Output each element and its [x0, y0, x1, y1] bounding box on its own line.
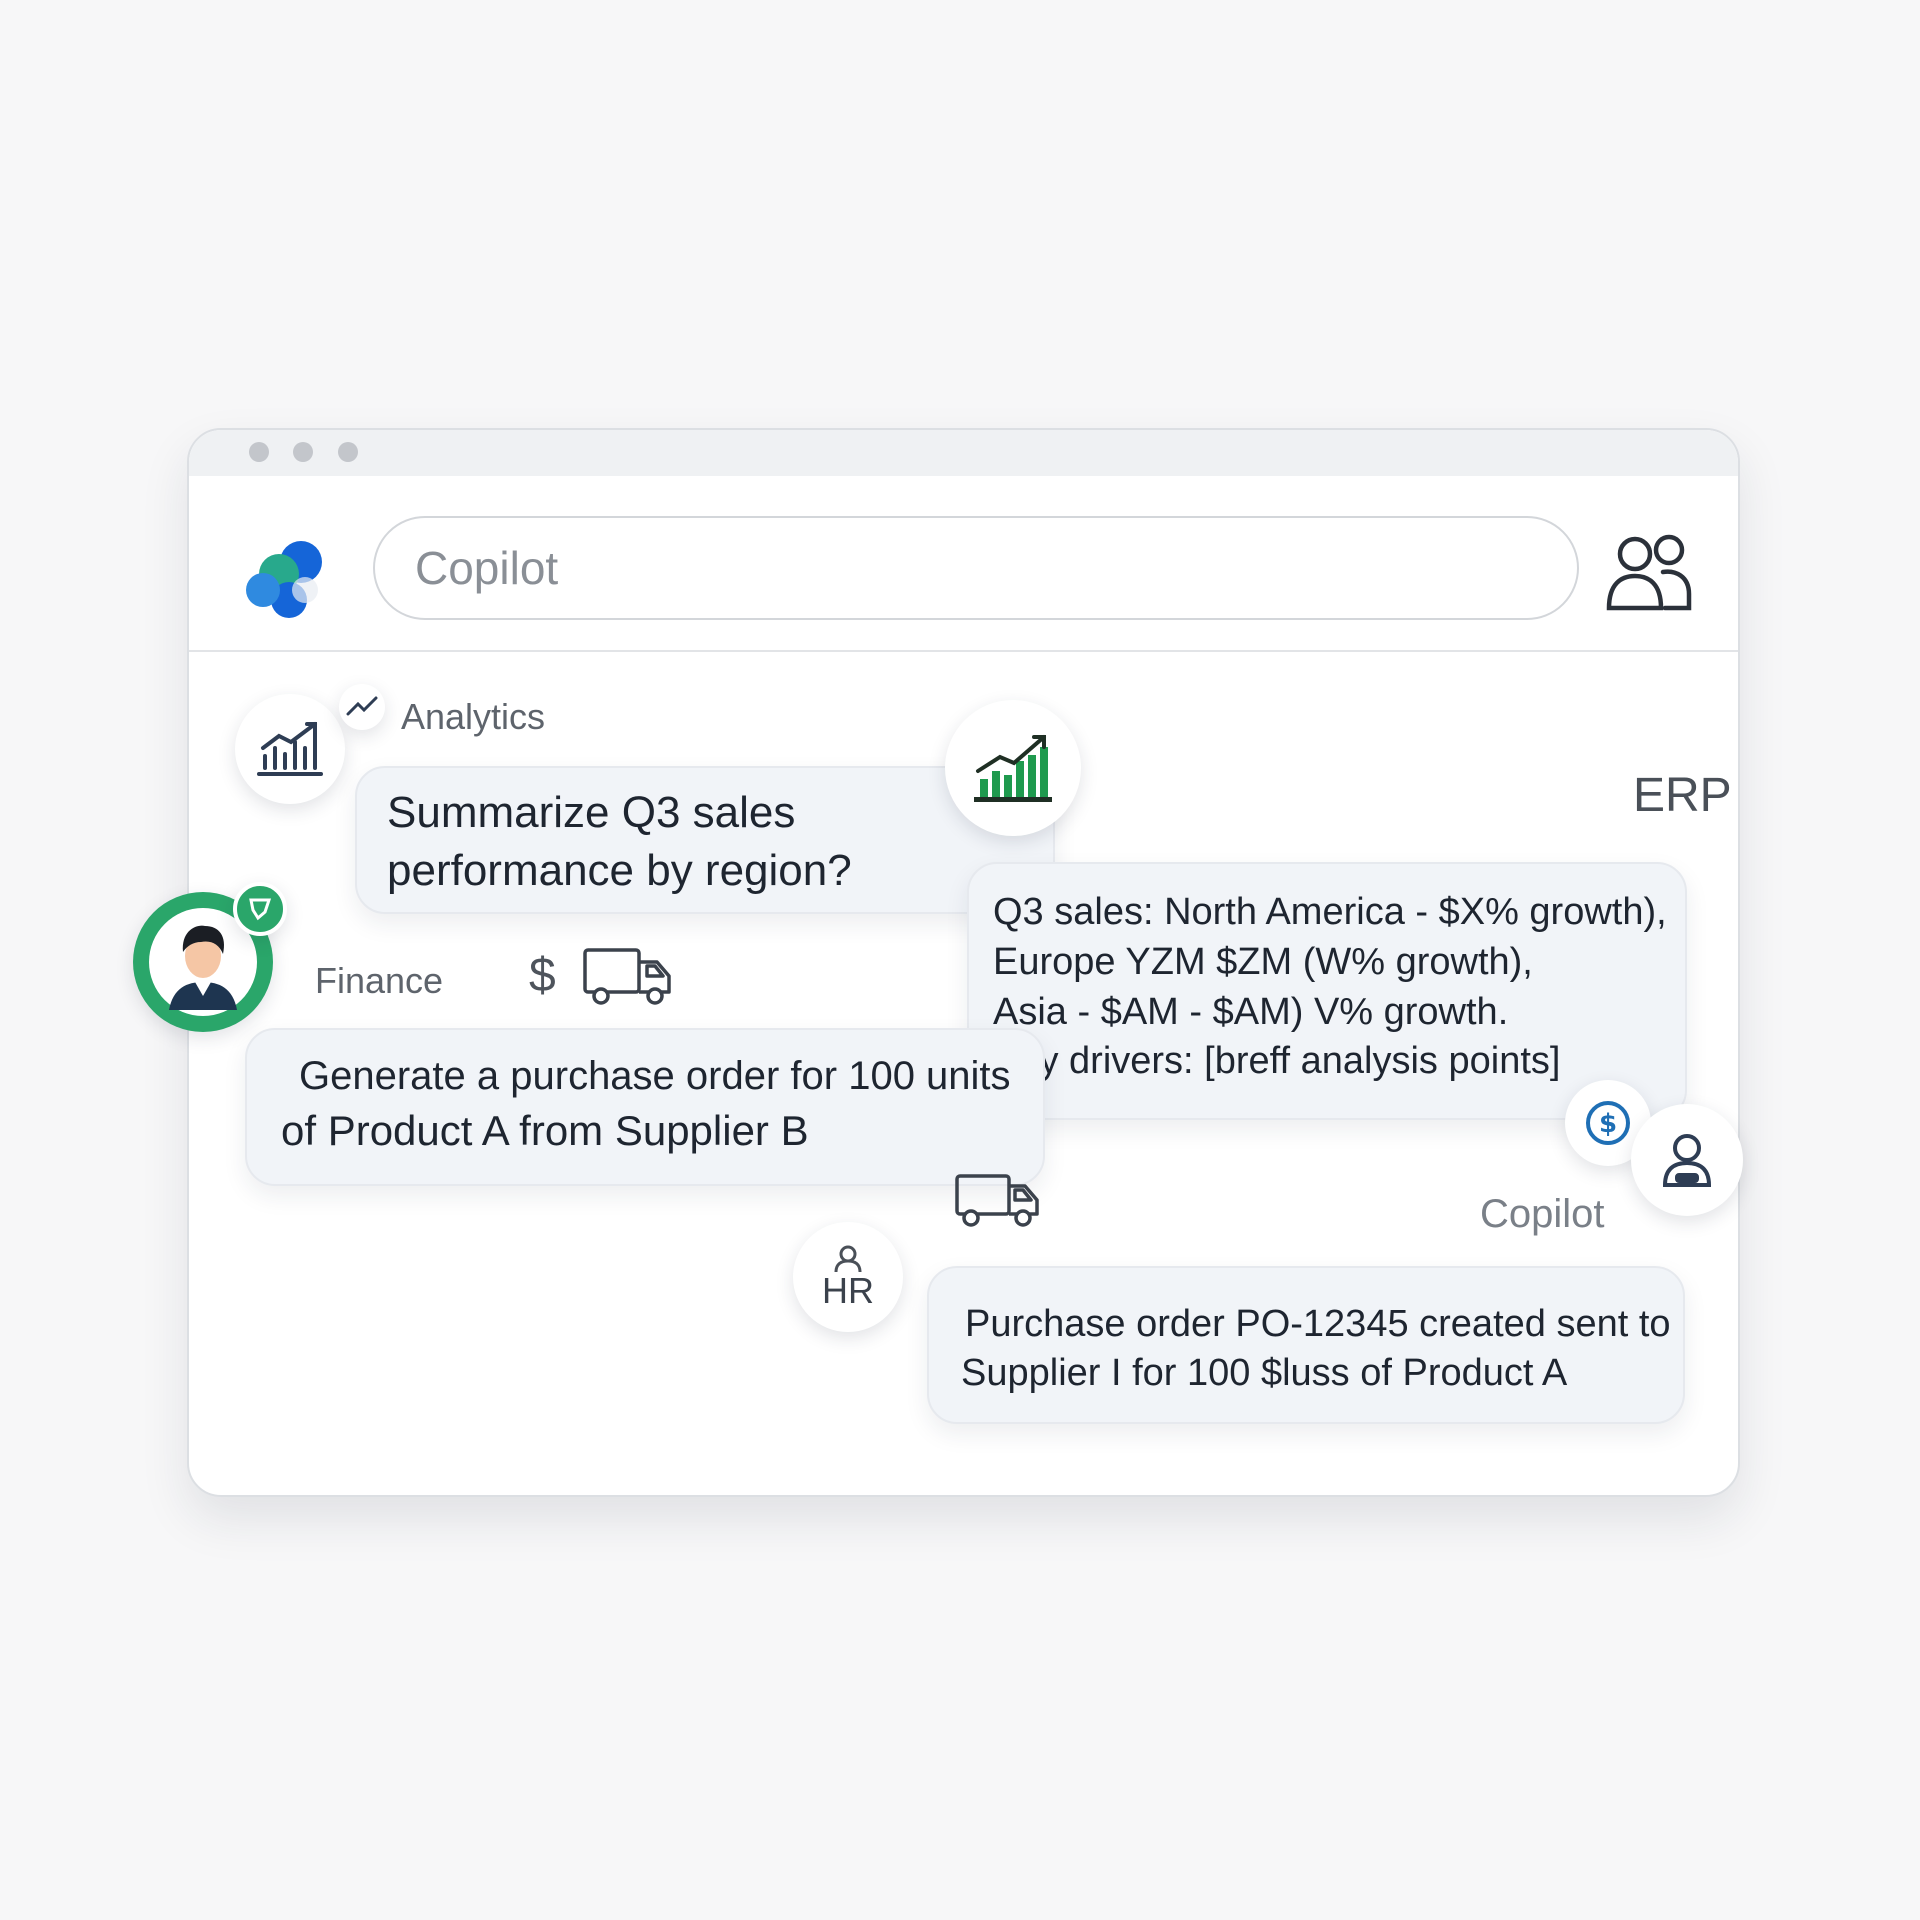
title-bar — [189, 430, 1738, 476]
bar-chart-icon — [974, 735, 1052, 802]
message-line: Supplier I for 100 $luss of Product A — [961, 1352, 1568, 1395]
message-line: Europe YZM $ZM (W% growth), — [993, 940, 1533, 983]
message-line: Summarize Q3 sales — [387, 788, 796, 837]
growth-chart-badge[interactable] — [945, 700, 1081, 836]
app-window: Copilot Analytics Summarize Q3 sales per… — [133, 428, 1743, 1497]
copilot-label: Copilot — [1480, 1192, 1605, 1236]
copilot-response-bubble: Purchase order PO-12345 created sent to … — [927, 1266, 1685, 1424]
svg-text:$: $ — [1599, 1109, 1617, 1139]
message-line: Asia - $AM - $AM) V% growth. — [993, 990, 1509, 1033]
window-dot[interactable] — [293, 442, 313, 462]
person-icon — [1662, 1134, 1712, 1187]
dollar-label: $ — [529, 949, 556, 1002]
shield-icon — [249, 898, 272, 921]
message-line: performance by region? — [387, 846, 852, 896]
message-line: of Product A from Supplier B — [281, 1106, 809, 1154]
person-icon — [834, 1245, 862, 1273]
message-line: Key drivers: [breff analysis points] — [993, 1040, 1561, 1083]
search-placeholder: Copilot — [415, 542, 559, 594]
copilot-logo-icon[interactable] — [243, 534, 333, 624]
copilot-person-badge[interactable] — [1631, 1104, 1743, 1216]
window-dot[interactable] — [249, 442, 269, 462]
search-input[interactable]: Copilot — [373, 516, 1579, 620]
dollar-coin-icon: $ — [1586, 1101, 1630, 1145]
trend-line-icon — [346, 696, 378, 716]
analytics-label: Analytics — [401, 696, 546, 737]
header-bar: Copilot — [189, 476, 1738, 652]
shield-badge — [233, 882, 287, 936]
window-dot[interactable] — [338, 442, 358, 462]
erp-label: ERP — [1633, 769, 1732, 822]
hr-avatar[interactable]: HR — [793, 1222, 903, 1332]
hr-label: HR — [822, 1270, 874, 1311]
people-icon[interactable] — [1605, 532, 1695, 612]
message-line: Purchase order PO-12345 created sent to — [965, 1303, 1671, 1345]
trend-badge — [339, 684, 385, 730]
erp-response-bubble: Q3 sales: North America - $X% growth), E… — [967, 862, 1687, 1120]
bar-chart-icon — [257, 722, 323, 776]
message-line: Q3 sales: North America - $X% growth), — [993, 891, 1667, 933]
message-line: Generate a purchase order for 100 units — [299, 1054, 1011, 1098]
truck-icon — [583, 948, 671, 1005]
analytics-avatar[interactable] — [235, 694, 345, 804]
finance-query-bubble: Generate a purchase order for 100 units … — [245, 1028, 1045, 1186]
finance-label: Finance — [315, 960, 444, 1001]
truck-icon — [955, 1174, 1039, 1227]
